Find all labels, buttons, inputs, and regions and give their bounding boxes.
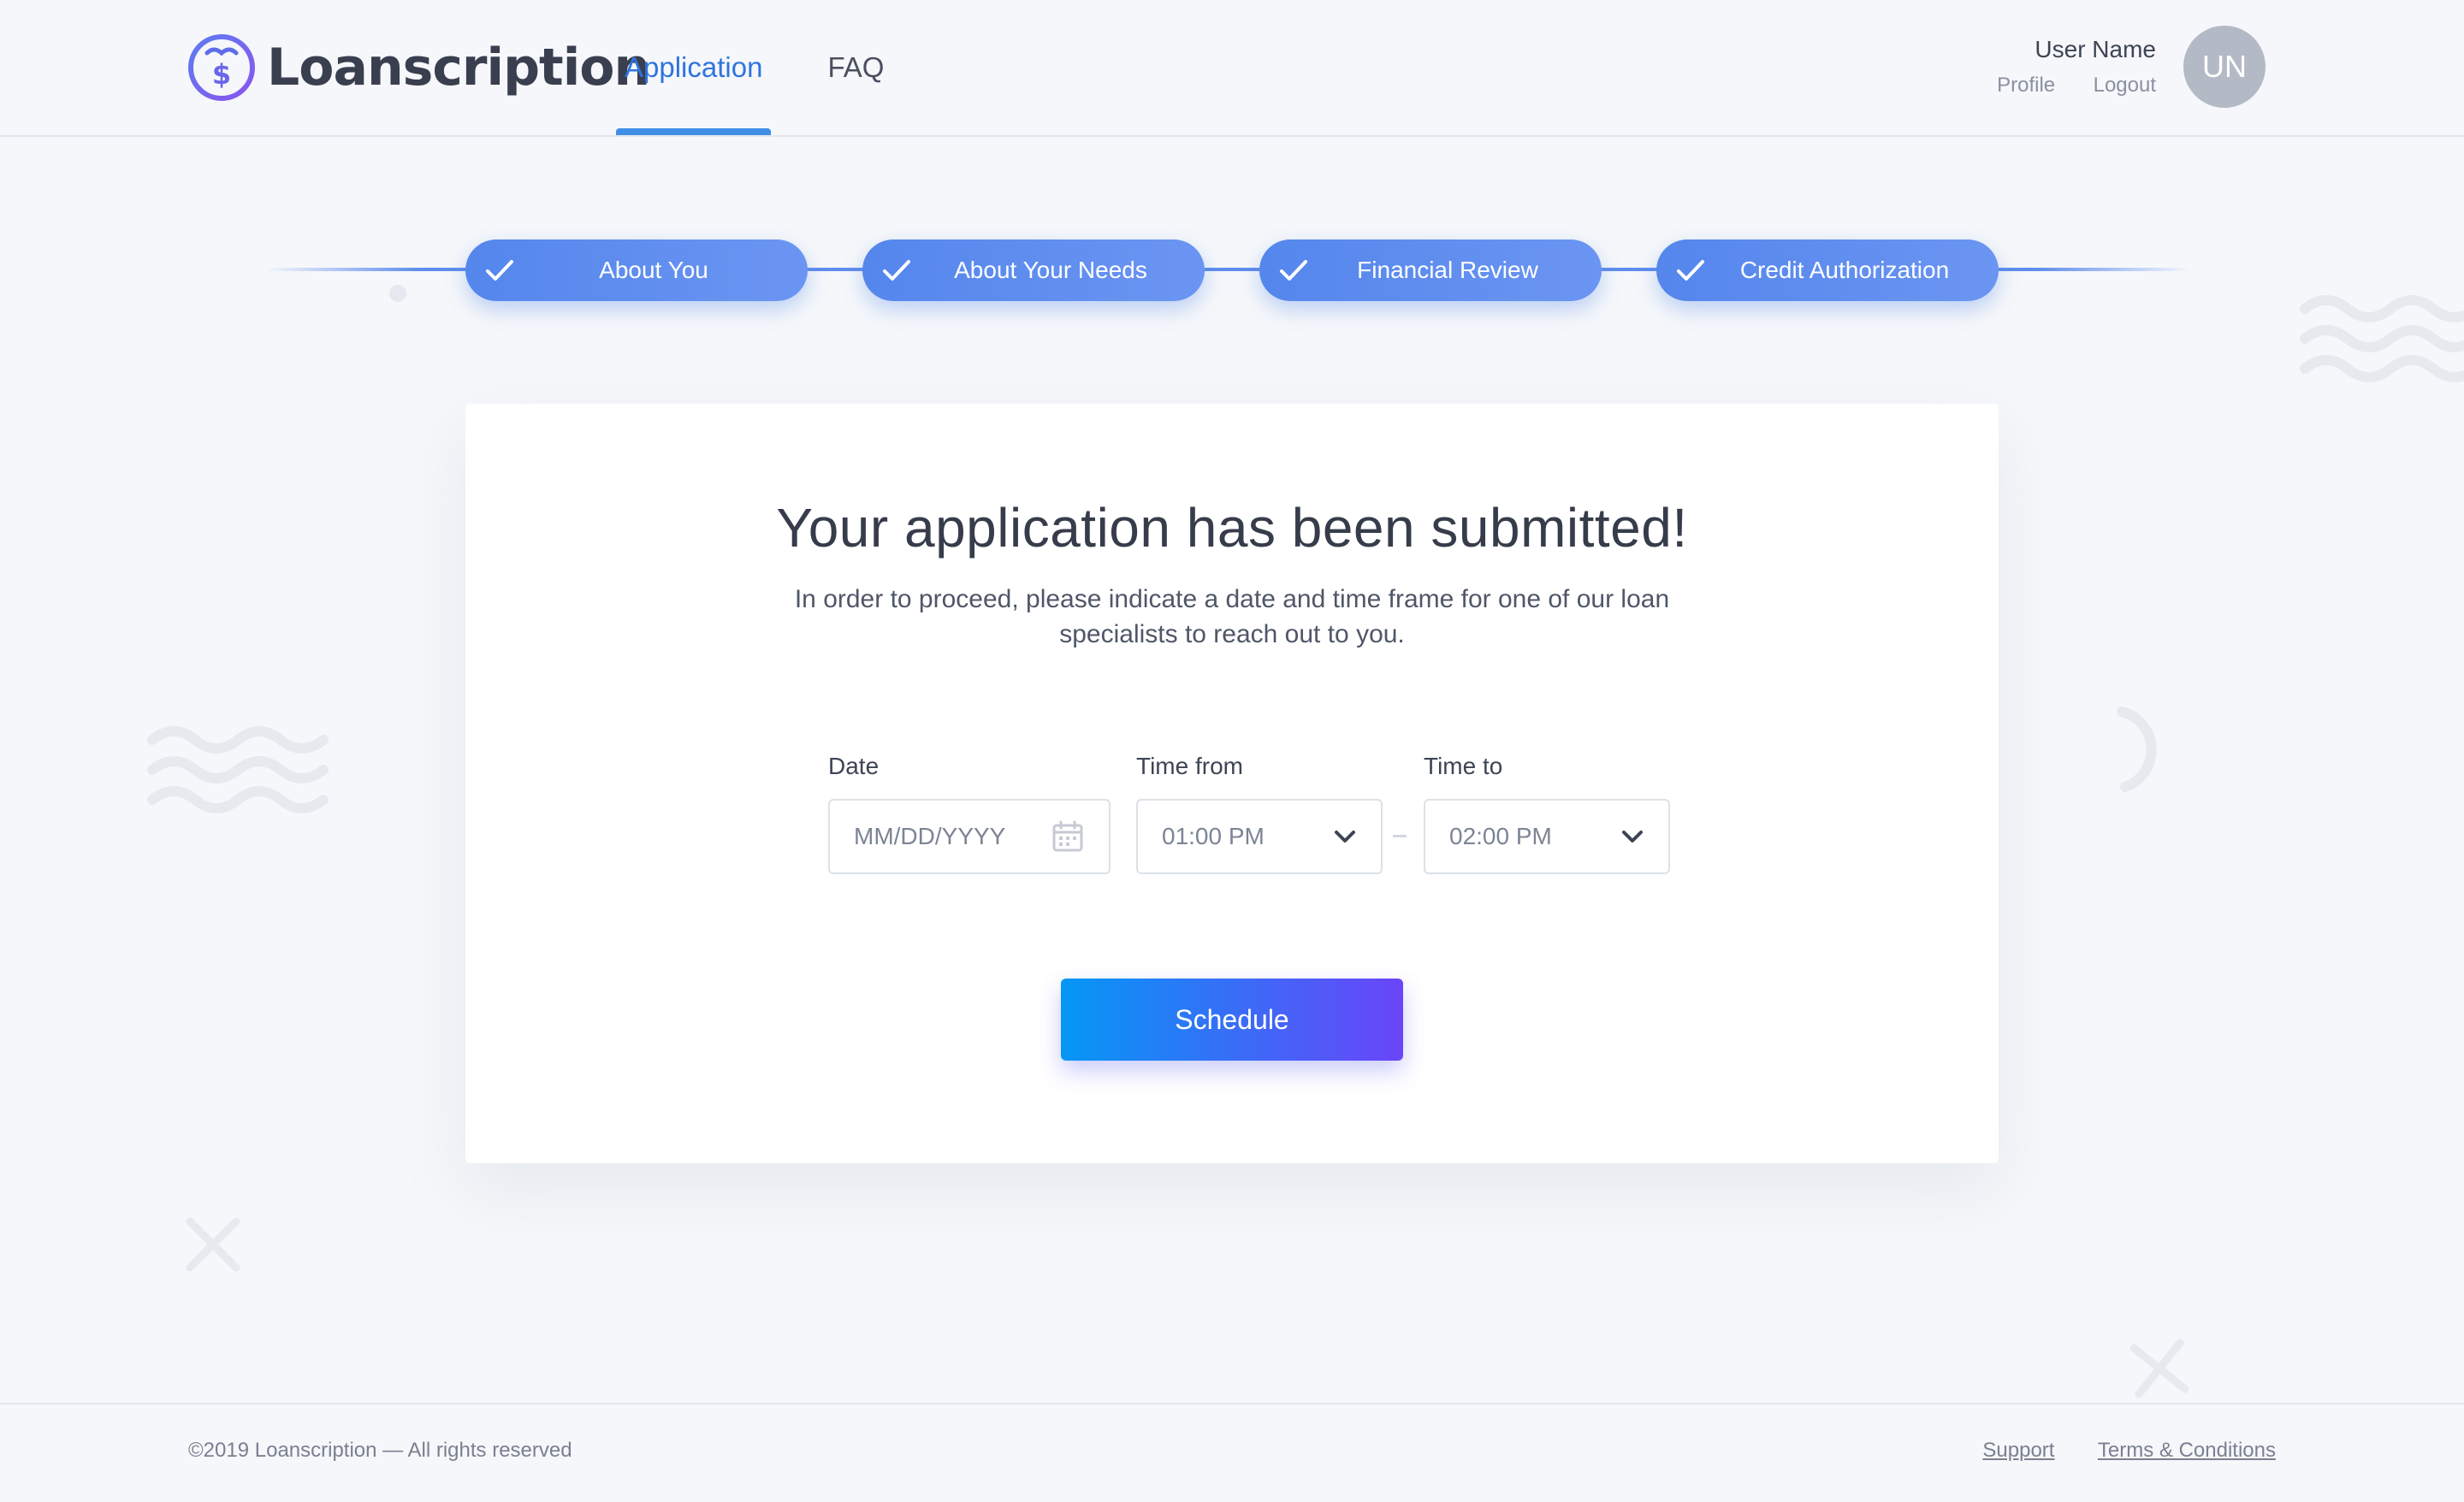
page-title: Your application has been submitted! [776,497,1688,559]
step-about-you[interactable]: About You [465,239,808,301]
logout-link[interactable]: Logout [2094,74,2156,97]
step-label: Financial Review [1357,257,1538,283]
brand-name: Loanscription [267,38,650,98]
time-from-label: Time from [1136,753,1243,779]
copyright: ©2019 Loanscription — All rights reserve… [188,1439,572,1462]
schedule-button[interactable]: Schedule [1061,979,1403,1061]
check-icon [1280,260,1307,281]
date-placeholder: MM/DD/YYYY [854,823,1006,849]
svg-text:$: $ [212,58,231,91]
check-icon [883,260,910,281]
calendar-icon[interactable] [1051,819,1085,854]
user-menu: User Name Profile Logout UN [1963,26,2266,108]
step-label: Credit Authorization [1739,257,1950,283]
check-icon [1677,260,1704,281]
check-icon [486,260,513,281]
submission-card: Your application has been submitted! In … [465,404,1999,1163]
time-from-value: 01:00 PM [1162,823,1265,849]
decorative-dot [389,285,406,302]
step-about-your-needs[interactable]: About Your Needs [862,239,1205,301]
avatar[interactable]: UN [2183,26,2266,108]
caduceus-dollar-icon: $ [188,34,255,101]
progress-stepper: About You About Your Needs Financial Rev… [465,239,1999,301]
user-name: User Name [2035,36,2156,62]
terms-link[interactable]: Terms & Conditions [2098,1439,2276,1462]
date-label: Date [828,753,880,779]
decorative-wave-left [147,726,329,813]
time-from-select[interactable]: 01:00 PM [1136,799,1383,874]
step-label: About Your Needs [954,257,1147,283]
chevron-down-icon [1622,831,1643,843]
step-label: About You [599,257,708,283]
chevron-down-icon [1335,831,1355,843]
decorative-wave-right [2300,295,2464,382]
decorative-x-left [186,1217,240,1272]
top-header: $ Loanscription Application FAQ User Nam… [0,0,2464,137]
decorative-x-right [2129,1339,2189,1399]
support-link[interactable]: Support [1982,1439,2054,1462]
footer: ©2019 Loanscription — All rights reserve… [0,1403,2464,1502]
time-to-value: 02:00 PM [1449,823,1552,849]
step-financial-review[interactable]: Financial Review [1259,239,1602,301]
brand-logo[interactable]: $ Loanscription [187,33,650,103]
card-description: In order to proceed, please indicate a d… [794,585,1670,648]
time-to-label: Time to [1424,753,1503,779]
main-nav: Application FAQ [616,0,940,135]
step-credit-authorization[interactable]: Credit Authorization [1656,239,1999,301]
decorative-arc-right [2117,707,2157,792]
date-field[interactable]: MM/DD/YYYY [828,799,1111,874]
time-range-separator [1393,835,1407,837]
tab-faq[interactable]: FAQ [819,0,892,135]
tab-application[interactable]: Application [616,0,772,135]
profile-link[interactable]: Profile [1997,74,2055,97]
time-to-select[interactable]: 02:00 PM [1424,799,1670,874]
